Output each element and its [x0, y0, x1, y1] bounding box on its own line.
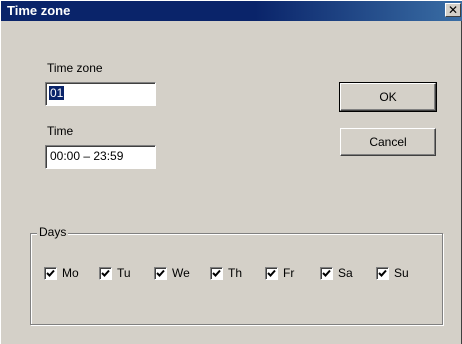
cancel-button-label: Cancel: [369, 135, 407, 149]
window-title: Time zone: [7, 3, 71, 18]
time-label: Time: [47, 124, 74, 138]
ok-button[interactable]: OK: [339, 82, 437, 112]
checkmark-icon: [378, 269, 387, 277]
day-label-fr: Fr: [283, 266, 295, 280]
checkmark-icon: [101, 269, 110, 277]
day-checkbox-tu[interactable]: Tu: [99, 265, 131, 281]
day-checkbox-fr[interactable]: Fr: [265, 265, 294, 281]
checkbox-su[interactable]: [376, 266, 389, 280]
day-checkbox-sa[interactable]: Sa: [320, 265, 353, 281]
day-label-th: Th: [228, 266, 243, 280]
day-label-mo: Mo: [62, 266, 79, 280]
day-label-tu: Tu: [117, 266, 131, 280]
close-button[interactable]: ✕: [445, 3, 461, 17]
close-icon: ✕: [447, 3, 459, 17]
checkbox-mo[interactable]: [44, 266, 57, 280]
day-label-we: We: [172, 266, 190, 280]
title-bar[interactable]: Time zone ✕: [1, 1, 462, 21]
day-label-sa: Sa: [338, 266, 353, 280]
timezone-label: Time zone: [47, 61, 103, 75]
checkbox-we[interactable]: [154, 266, 167, 280]
day-label-su: Su: [394, 266, 409, 280]
checkbox-sa[interactable]: [320, 266, 333, 280]
time-range-input[interactable]: 00:00 – 23:59: [45, 145, 156, 169]
checkmark-icon: [212, 269, 221, 277]
cancel-button[interactable]: Cancel: [340, 128, 436, 156]
checkbox-fr[interactable]: [265, 266, 278, 280]
ok-button-label: OK: [379, 90, 397, 104]
checkmark-icon: [267, 269, 276, 277]
day-checkbox-su[interactable]: Su: [376, 265, 409, 281]
time-range-value: 00:00 – 23:59: [50, 149, 124, 163]
time-zone-dialog: Time zone ✕ Time zone 01 Time 00:00 – 23…: [0, 0, 462, 344]
day-checkbox-we[interactable]: We: [154, 265, 190, 281]
checkmark-icon: [322, 269, 331, 277]
day-checkbox-mo[interactable]: Mo: [44, 265, 79, 281]
timezone-value: 01: [49, 86, 65, 100]
checkmark-icon: [46, 269, 55, 277]
checkbox-tu[interactable]: [99, 266, 112, 280]
day-checkbox-th[interactable]: Th: [210, 265, 242, 281]
checkmark-icon: [156, 269, 165, 277]
timezone-input[interactable]: 01: [45, 82, 156, 106]
days-group-label: Days: [37, 225, 69, 239]
checkbox-th[interactable]: [210, 266, 223, 280]
